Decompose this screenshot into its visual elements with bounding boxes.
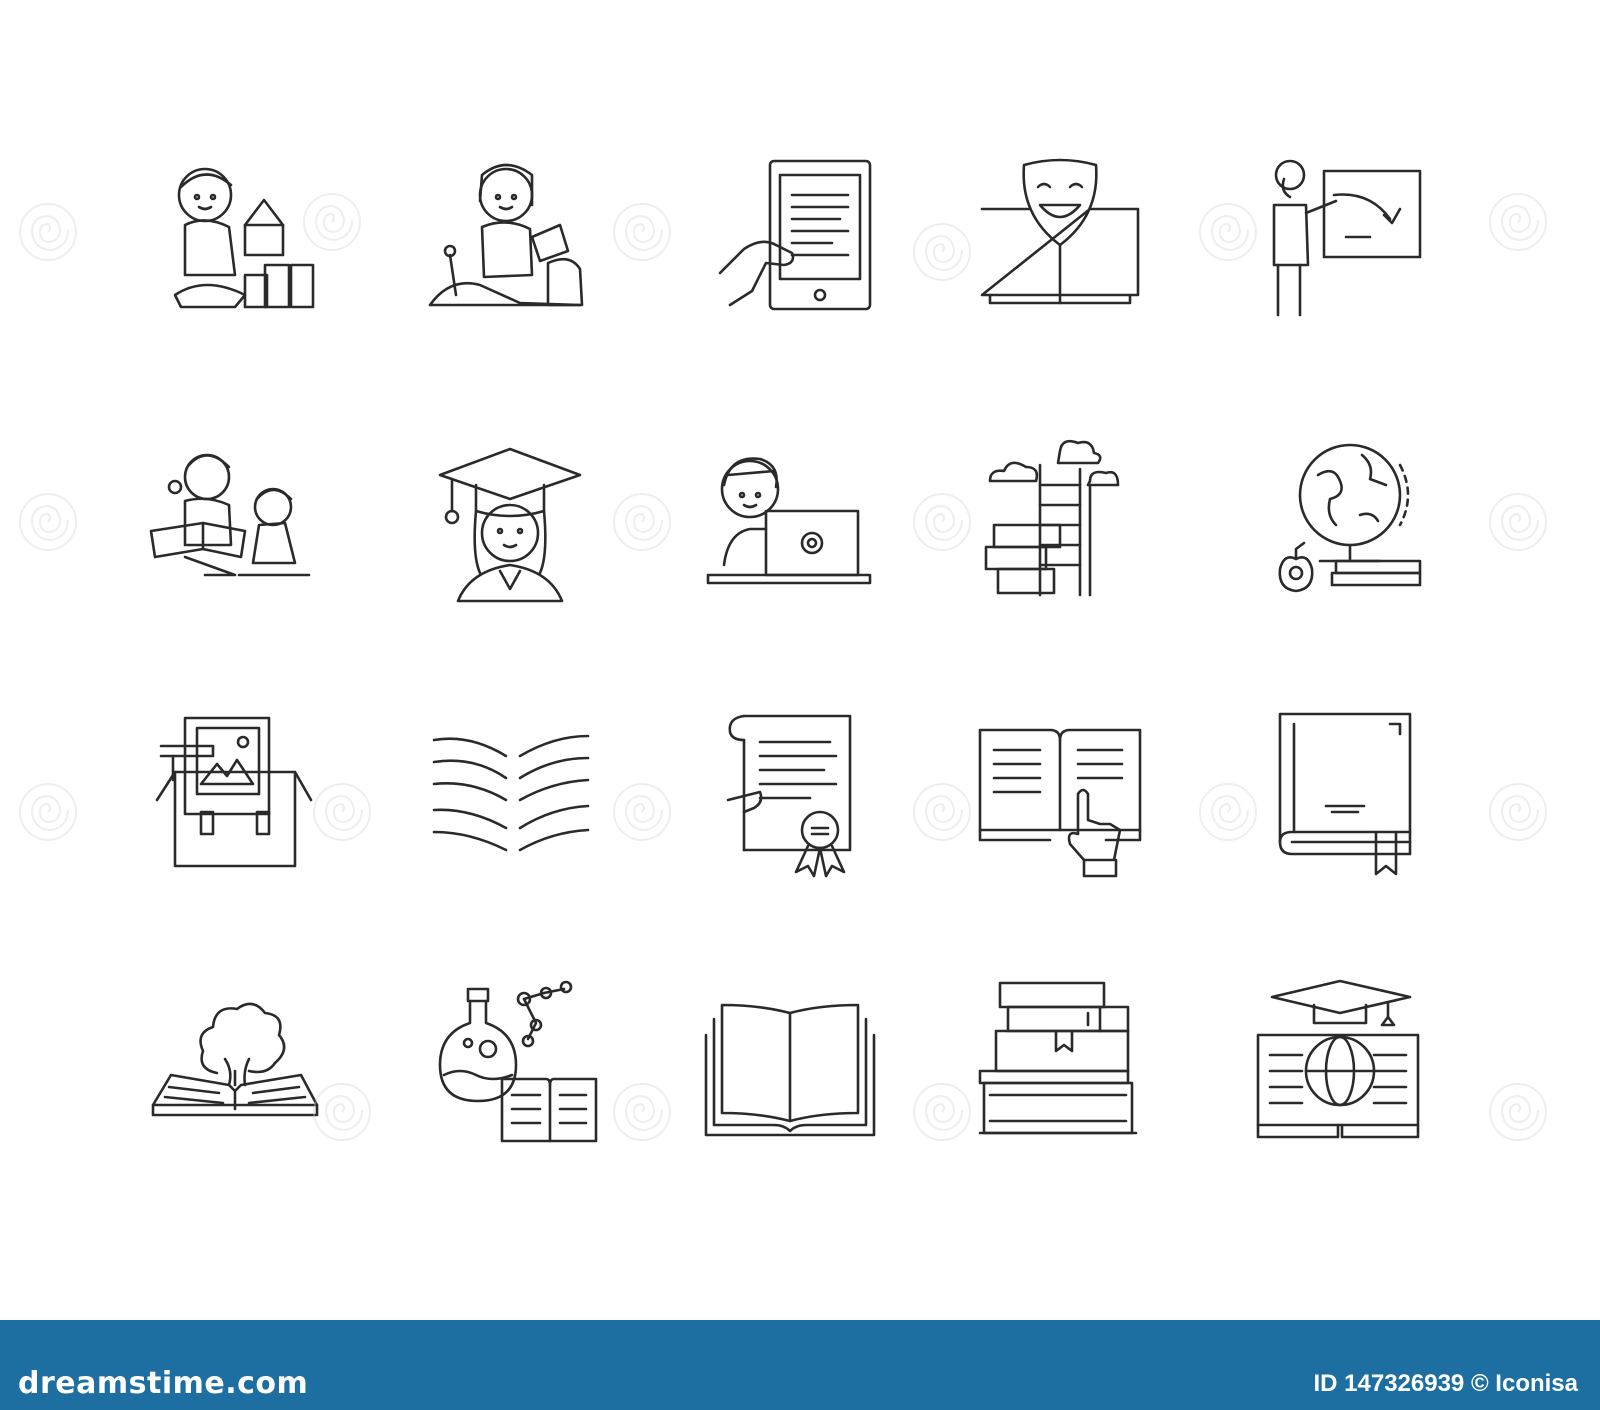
globe-apple-books-icon bbox=[1250, 425, 1430, 605]
icon-sheet bbox=[0, 0, 1600, 1320]
comedy-book-icon bbox=[970, 145, 1150, 325]
graduate-girl-icon bbox=[420, 425, 600, 605]
watermark-spiral-icon bbox=[610, 200, 674, 264]
chemistry-flask-book-icon bbox=[420, 975, 600, 1155]
teacher-blackboard-icon bbox=[1250, 145, 1430, 325]
footer-bar: dreamstime.com ID 147326939 © Iconisa bbox=[0, 1320, 1600, 1410]
watermark-spiral-icon bbox=[910, 780, 974, 844]
student-laptop-icon bbox=[700, 425, 880, 605]
watermark-spiral-icon bbox=[1196, 200, 1260, 264]
child-building-blocks-icon bbox=[145, 145, 325, 325]
watermark-spiral-icon bbox=[1486, 490, 1550, 554]
watermark-spiral-icon bbox=[1486, 780, 1550, 844]
watermark-spiral-icon bbox=[910, 220, 974, 284]
watermark-spiral-icon bbox=[610, 490, 674, 554]
diploma-certificate-icon bbox=[700, 700, 880, 880]
watermark-spiral-icon bbox=[16, 490, 80, 554]
open-book-pages-icon bbox=[420, 700, 600, 880]
watermark-spiral-icon bbox=[610, 1080, 674, 1144]
book-stairs-clouds-icon bbox=[970, 425, 1150, 605]
watermark-spiral-icon bbox=[310, 1080, 374, 1144]
books-stack-icon bbox=[970, 975, 1150, 1155]
watermark-spiral-icon bbox=[300, 190, 364, 254]
watermark-spiral-icon bbox=[16, 200, 80, 264]
child-sandbox-icon bbox=[420, 145, 600, 325]
book-tree-icon bbox=[145, 975, 325, 1155]
mother-reading-to-child-icon bbox=[145, 425, 325, 605]
watermark-spiral-icon bbox=[1486, 1080, 1550, 1144]
school-bag-picture-icon bbox=[145, 700, 325, 880]
image-credit: ID 147326939 © Iconisa bbox=[1313, 1370, 1578, 1397]
globe-graduation-cap-book-icon bbox=[1250, 975, 1430, 1155]
dreamstime-logo: dreamstime.com bbox=[18, 1366, 309, 1401]
watermark-spiral-icon bbox=[310, 780, 374, 844]
watermark-spiral-icon bbox=[16, 780, 80, 844]
watermark-spiral-icon bbox=[1486, 190, 1550, 254]
watermark-spiral-icon bbox=[610, 780, 674, 844]
book-pointing-hand-icon bbox=[970, 700, 1150, 880]
watermark-spiral-icon bbox=[910, 490, 974, 554]
tablet-reader-icon bbox=[700, 145, 880, 325]
watermark-spiral-icon bbox=[910, 1080, 974, 1144]
watermark-spiral-icon bbox=[1196, 780, 1260, 844]
closed-book-bookmark-icon bbox=[1250, 700, 1430, 880]
open-book-icon bbox=[700, 975, 880, 1155]
